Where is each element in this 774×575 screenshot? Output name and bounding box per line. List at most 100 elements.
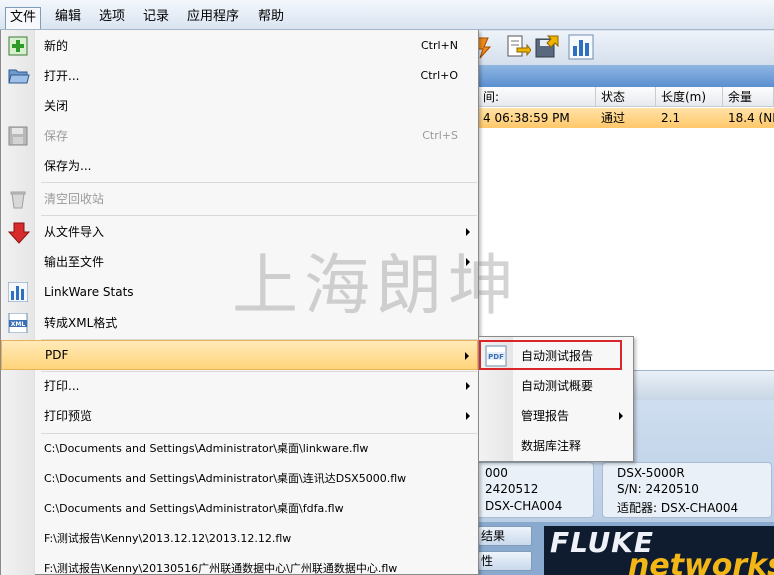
- menu-item-label: 清空回收站: [44, 192, 105, 206]
- menu-help[interactable]: 帮助: [254, 7, 288, 27]
- cell-length: 2.1: [661, 111, 681, 125]
- menu-item-label: 管理报告: [521, 409, 570, 423]
- cell-time: 4 06:38:59 PM: [483, 111, 570, 125]
- submenu-arrow-icon: [466, 228, 470, 236]
- menu-bar: 文件 编辑 选项 记录 应用程序 帮助: [0, 0, 774, 30]
- menu-records[interactable]: 记录: [139, 7, 173, 27]
- shortcut-text: Ctrl+O: [420, 69, 458, 82]
- menu-item-label: 新的: [44, 39, 69, 53]
- xml-file-icon: XML: [8, 312, 28, 334]
- toolbar-save-export-icon[interactable]: [534, 34, 560, 60]
- menu-item-label: 从文件导入: [44, 225, 105, 239]
- results-button[interactable]: 结果: [478, 526, 532, 546]
- menu-item-label: 数据库注释: [521, 439, 582, 453]
- menu-item-recent-file-4[interactable]: F:\测试报告\Kenny\2013.12.12\2013.12.12.flw: [1, 524, 478, 554]
- menu-item-recent-file-5[interactable]: F:\测试报告\Kenny\20130516广州联通数据中心\广州联通数据中心.…: [1, 554, 478, 575]
- bottom-panel: 结果 性 FLUKE networks: [478, 522, 774, 575]
- device-card-main: 000 2420512 DSX-CHA004: [470, 462, 594, 518]
- svg-text:XML: XML: [11, 321, 26, 328]
- menu-item-new[interactable]: 新的 Ctrl+N: [1, 31, 478, 61]
- menu-item-save: 保存 Ctrl+S: [1, 121, 478, 151]
- column-header-length[interactable]: 长度(m): [656, 87, 723, 107]
- menu-item-empty-recycle-bin: 清空回收站: [1, 184, 478, 214]
- menu-item-label: 打印预览: [44, 409, 93, 423]
- folder-open-icon: [8, 66, 30, 86]
- menu-item-label: 转成XML格式: [44, 316, 118, 330]
- toolbar-chart-icon[interactable]: [568, 34, 594, 60]
- submenu-arrow-icon: [466, 412, 470, 420]
- toolbar-lightning-icon[interactable]: [477, 34, 504, 60]
- menu-item-label: C:\Documents and Settings\Administrator\…: [44, 472, 407, 485]
- pane-header-bar: [478, 65, 774, 87]
- menu-item-save-as[interactable]: 保存为...: [1, 151, 478, 181]
- submenu-item-management-report[interactable]: 管理报告: [479, 401, 633, 431]
- new-file-icon: [8, 36, 28, 56]
- menu-applications[interactable]: 应用程序: [183, 7, 243, 27]
- menu-item-label: 打印...: [44, 379, 80, 393]
- menu-item-label: 输出至文件: [44, 255, 105, 269]
- toolbar-transfer-icon[interactable]: [505, 34, 532, 60]
- cell-status: 通过: [601, 111, 626, 125]
- menu-item-recent-file-1[interactable]: C:\Documents and Settings\Administrator\…: [1, 434, 478, 464]
- menu-item-print-preview[interactable]: 打印预览: [1, 401, 478, 431]
- recycle-bin-icon: [8, 189, 28, 209]
- submenu-arrow-icon: [466, 382, 470, 390]
- menu-item-label: F:\测试报告\Kenny\2013.12.12\2013.12.12.flw: [44, 532, 292, 545]
- submenu-arrow-icon: [465, 352, 469, 360]
- fluke-networks-logo: FLUKE networks: [544, 526, 774, 575]
- shortcut-text: Ctrl+S: [422, 129, 458, 142]
- menu-item-label: 关闭: [44, 99, 69, 113]
- device-sn: S/N: 2420510: [617, 482, 699, 496]
- menu-separator: [41, 182, 477, 183]
- submenu-arrow-icon: [619, 412, 623, 420]
- results-grid[interactable]: 间: 状态 长度(m) 余量 4 06:38:59 PM 通过 2.1 18.4…: [478, 87, 774, 370]
- column-header-time[interactable]: 间:: [478, 87, 596, 107]
- cell-margin: 18.4 (NE.: [728, 111, 774, 125]
- shortcut-text: Ctrl+N: [420, 39, 458, 52]
- stats-chart-icon: [7, 281, 29, 303]
- menu-item-convert-xml[interactable]: XML 转成XML格式: [1, 308, 478, 338]
- device-adapter: 适配器: DSX-CHA004: [617, 501, 739, 515]
- menu-item-open[interactable]: 打开... Ctrl+O: [1, 61, 478, 91]
- menu-item-label: C:\Documents and Settings\Administrator\…: [44, 502, 344, 515]
- submenu-item-database-notes[interactable]: 数据库注释: [479, 431, 633, 461]
- menu-item-label: 自动测试概要: [521, 379, 594, 393]
- menu-item-label: 保存为...: [44, 159, 92, 173]
- device-card-remote: DSX-5000R S/N: 2420510 适配器: DSX-CHA004: [602, 462, 772, 518]
- menu-item-recent-file-2[interactable]: C:\Documents and Settings\Administrator\…: [1, 464, 478, 494]
- menu-item-label: 打开...: [44, 69, 80, 83]
- menu-separator: [41, 215, 477, 216]
- device-model: 000: [485, 466, 508, 480]
- menu-options[interactable]: 选项: [95, 7, 129, 27]
- device-model: DSX-5000R: [617, 466, 685, 480]
- properties-button[interactable]: 性: [478, 551, 532, 571]
- column-header-status[interactable]: 状态: [596, 87, 656, 107]
- menu-item-recent-file-3[interactable]: C:\Documents and Settings\Administrator\…: [1, 494, 478, 524]
- submenu-item-autotest-summary[interactable]: 自动测试概要: [479, 371, 633, 401]
- menu-item-label: F:\测试报告\Kenny\20130516广州联通数据中心\广州联通数据中心.…: [44, 562, 398, 575]
- menu-item-label: 保存: [44, 129, 69, 143]
- file-menu: 新的 Ctrl+N 打开... Ctrl+O 关闭 保存 Ctrl+S 保存为.…: [0, 30, 479, 575]
- menu-item-export-to-file[interactable]: 输出至文件: [1, 247, 478, 277]
- toolbar: [477, 31, 774, 65]
- menu-item-import-from-file[interactable]: 从文件导入: [1, 217, 478, 247]
- menu-item-linkware-stats[interactable]: LinkWare Stats: [1, 277, 478, 307]
- menu-edit[interactable]: 编辑: [51, 7, 85, 27]
- save-disk-icon: [8, 126, 28, 146]
- menu-item-label: C:\Documents and Settings\Administrator\…: [44, 442, 369, 455]
- column-header-margin[interactable]: 余量: [723, 87, 774, 107]
- menu-item-label: PDF: [45, 348, 69, 362]
- import-arrow-icon: [7, 222, 31, 244]
- submenu-arrow-icon: [466, 258, 470, 266]
- logo-text-networks: networks: [628, 548, 774, 575]
- device-sn: 2420512: [485, 482, 539, 496]
- table-row[interactable]: 4 06:38:59 PM 通过 2.1 18.4 (NE.: [478, 108, 774, 128]
- menu-item-close[interactable]: 关闭: [1, 91, 478, 121]
- menu-item-print[interactable]: 打印...: [1, 371, 478, 401]
- highlight-callout-box: [479, 340, 622, 370]
- menu-item-label: LinkWare Stats: [44, 285, 134, 299]
- menu-file[interactable]: 文件: [5, 7, 42, 29]
- pdf-submenu: PDF 自动测试报告 自动测试概要 管理报告 数据库注释: [478, 336, 634, 462]
- device-adapter: DSX-CHA004: [485, 499, 563, 513]
- menu-item-pdf[interactable]: PDF: [1, 340, 478, 370]
